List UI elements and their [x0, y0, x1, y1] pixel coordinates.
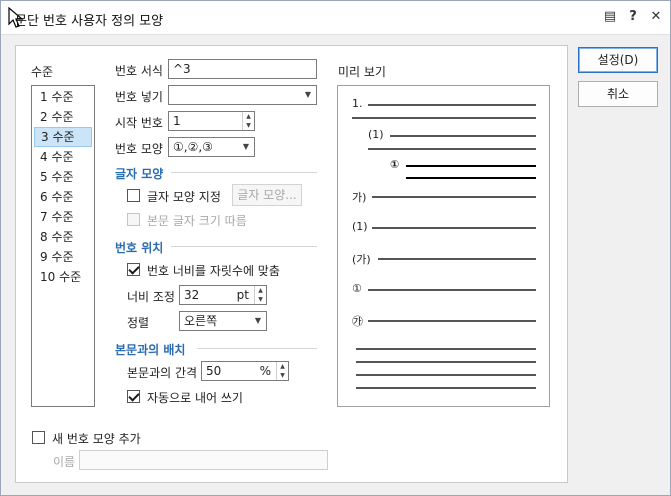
- shape-name-label: 이름: [53, 455, 76, 469]
- spin-down-icon[interactable]: ▼: [243, 121, 254, 130]
- width-adjust-label: 너비 조정: [127, 290, 175, 304]
- start-number-spinner[interactable]: ▲ ▼: [242, 112, 254, 130]
- preview-title: 미리 보기: [338, 65, 386, 79]
- auto-indent-checkbox[interactable]: [127, 390, 140, 403]
- gap-spinner[interactable]: ▲ ▼: [276, 362, 288, 380]
- gap-label: 본문과의 간격: [127, 366, 198, 380]
- preview-line: [372, 196, 536, 198]
- width-adjust-unit: pt: [236, 288, 249, 302]
- preview-marker-8: ㉮: [352, 315, 363, 328]
- preview-panel: 1. (1) ① 가) (1) (가) ① ㉮: [337, 85, 550, 407]
- level-item-6[interactable]: 6 수준: [34, 187, 92, 207]
- spin-down-icon[interactable]: ▼: [277, 371, 288, 380]
- level-item-5[interactable]: 5 수준: [34, 167, 92, 187]
- width-adjust-value: 32: [184, 288, 200, 302]
- char-shape-button[interactable]: 글자 모양...: [232, 184, 302, 206]
- char-shape-section-title: 글자 모양: [115, 167, 164, 181]
- preview-line-current: [406, 177, 536, 179]
- start-number-input[interactable]: 1 ▲ ▼: [168, 111, 255, 131]
- number-format-input[interactable]: ^3: [168, 59, 317, 79]
- preview-marker-3: ①: [390, 158, 400, 171]
- preview-marker-1: 1.: [352, 97, 363, 110]
- number-format-label: 번호 서식: [115, 64, 163, 78]
- preview-line: [368, 289, 536, 291]
- preview-line: [356, 361, 536, 363]
- spin-up-icon[interactable]: ▲: [255, 286, 266, 295]
- ok-button[interactable]: 설정(D): [578, 47, 658, 73]
- preview-marker-6: (가): [352, 253, 371, 266]
- level-item-10[interactable]: 10 수준: [34, 267, 92, 287]
- number-shape-label: 번호 모양: [115, 142, 163, 156]
- level-item-4[interactable]: 4 수준: [34, 147, 92, 167]
- dialog-title: 문단 번호 사용자 정의 모양: [15, 14, 164, 29]
- preview-marker-7: ①: [352, 282, 362, 295]
- align-value: 오른쪽: [184, 314, 218, 328]
- cancel-button[interactable]: 취소: [578, 81, 658, 107]
- help-icon[interactable]: ?: [624, 8, 642, 26]
- preview-marker-5: (1): [352, 220, 368, 233]
- preview-line: [368, 148, 536, 150]
- follow-body-size-label: 본문 글자 크기 따름: [147, 214, 247, 228]
- align-dropdown[interactable]: 오른쪽 ▼: [179, 311, 267, 331]
- title-bar: 문단 번호 사용자 정의 모양 ▤ ? ✕: [1, 1, 670, 35]
- spin-up-icon[interactable]: ▲: [243, 112, 254, 121]
- add-new-shape-label: 새 번호 모양 추가: [52, 432, 141, 446]
- auto-indent-label: 자동으로 내어 쓰기: [147, 391, 243, 405]
- preview-line: [372, 227, 536, 229]
- spin-up-icon[interactable]: ▲: [277, 362, 288, 371]
- preview-line-current: [406, 165, 536, 167]
- gap-value: 50: [206, 364, 222, 378]
- level-list[interactable]: 1 수준 2 수준 3 수준 4 수준 5 수준 6 수준 7 수준 8 수준 …: [31, 85, 95, 407]
- paragraph-number-custom-dialog: 문단 번호 사용자 정의 모양 ▤ ? ✕ 수준 1 수준 2 수준 3 수준 …: [0, 0, 671, 496]
- body-layout-section-title: 본문과의 배치: [115, 343, 186, 357]
- preview-line: [356, 387, 536, 389]
- level-item-7[interactable]: 7 수준: [34, 207, 92, 227]
- preview-line: [390, 135, 536, 137]
- gap-unit: %: [259, 364, 271, 378]
- insert-number-dropdown[interactable]: ▼: [168, 85, 317, 105]
- start-number-label: 시작 번호: [115, 116, 163, 130]
- preview-line: [356, 374, 536, 376]
- align-label: 정렬: [127, 316, 150, 330]
- close-icon[interactable]: ✕: [647, 8, 665, 26]
- preview-line: [368, 320, 536, 322]
- level-header: 수준: [31, 65, 54, 79]
- fit-width-label: 번호 너비를 자릿수에 맞춤: [147, 264, 280, 278]
- number-shape-dropdown[interactable]: ①,②,③ ▼: [168, 137, 255, 157]
- number-shape-value: ①,②,③: [173, 140, 213, 154]
- level-item-1[interactable]: 1 수준: [34, 87, 92, 107]
- level-item-3[interactable]: 3 수준: [34, 127, 92, 147]
- char-shape-specify-label: 글자 모양 지정: [147, 190, 221, 204]
- spin-down-icon[interactable]: ▼: [255, 295, 266, 304]
- level-item-2[interactable]: 2 수준: [34, 107, 92, 127]
- insert-number-label: 번호 넣기: [115, 90, 163, 104]
- preview-marker-4: 가): [352, 191, 367, 204]
- shape-name-input[interactable]: [79, 450, 328, 470]
- width-adjust-input[interactable]: 32 pt ▲ ▼: [179, 285, 267, 305]
- body-layout-divider: [197, 348, 317, 349]
- preview-line: [352, 117, 536, 119]
- chevron-down-icon: ▼: [242, 142, 249, 151]
- start-number-value: 1: [173, 114, 181, 128]
- fit-width-checkbox[interactable]: [127, 263, 140, 276]
- comment-icon[interactable]: ▤: [601, 8, 619, 26]
- add-new-shape-checkbox[interactable]: [32, 431, 45, 444]
- preview-line: [368, 104, 536, 106]
- char-shape-specify-checkbox[interactable]: [127, 189, 140, 202]
- preview-line: [356, 348, 536, 350]
- width-adjust-spinner[interactable]: ▲ ▼: [254, 286, 266, 304]
- chevron-down-icon: ▼: [304, 90, 311, 99]
- level-item-8[interactable]: 8 수준: [34, 227, 92, 247]
- number-position-section-title: 번호 위치: [115, 241, 164, 255]
- number-position-divider: [171, 246, 317, 247]
- preview-marker-2: (1): [368, 128, 384, 141]
- gap-input[interactable]: 50 % ▲ ▼: [201, 361, 289, 381]
- follow-body-size-checkbox[interactable]: [127, 213, 140, 226]
- preview-line: [378, 258, 536, 260]
- level-item-9[interactable]: 9 수준: [34, 247, 92, 267]
- chevron-down-icon: ▼: [254, 316, 261, 325]
- char-shape-divider: [171, 172, 317, 173]
